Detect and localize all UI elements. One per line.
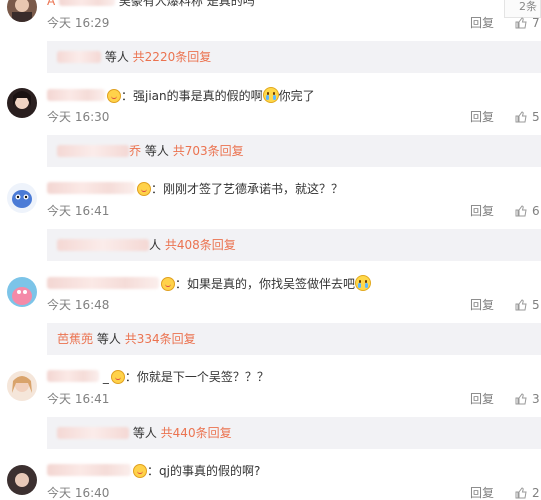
timestamp: 今天 16:29 <box>47 16 110 30</box>
sub-reply-name[interactable]: 芭蕉蔸 <box>57 332 93 346</box>
blurred-name <box>57 239 149 251</box>
member-badge-icon <box>137 182 151 196</box>
sub-reply-suffix: 等人 <box>104 50 129 64</box>
thumbs-up-icon <box>515 393 527 405</box>
sub-reply-total[interactable]: 共440条回复 <box>161 426 232 440</box>
timestamp: 今天 16:30 <box>47 110 110 124</box>
blurred-name <box>47 89 105 101</box>
blurred-name <box>47 277 159 289</box>
like-count: 2 <box>532 486 540 500</box>
like-count: 5 <box>532 298 540 312</box>
like-count: 5 <box>532 110 540 124</box>
crying-face-emoji-icon <box>262 87 279 103</box>
avatar[interactable] <box>7 88 37 118</box>
sub-reply-total[interactable]: 共334条回复 <box>125 332 196 346</box>
crying-face-emoji-icon <box>355 275 372 291</box>
comment-text: 如果是真的，你找吴签做伴去吧 <box>187 277 356 291</box>
thumbs-up-icon <box>515 111 527 123</box>
reply-button[interactable]: 回复 <box>470 486 494 500</box>
sub-replies-bar[interactable]: 乔 等人 共703条回复 <box>47 135 541 167</box>
thumbs-up-icon <box>515 487 527 499</box>
timestamp: 今天 16:48 <box>47 298 110 312</box>
comment-text: qj的事真的假的啊? <box>159 464 261 478</box>
sub-reply-name: 乔 <box>129 144 142 158</box>
comment-line: ：刚刚才签了艺德承诺书，就这？？ <box>47 181 343 197</box>
member-badge-icon <box>107 89 121 103</box>
like-count: 3 <box>532 392 540 406</box>
timestamp: 今天 16:40 <box>47 486 110 500</box>
sub-reply-suffix: 等人 <box>132 426 157 440</box>
comment-line: ：强jian的事是真的假的啊 你完了 <box>47 87 315 104</box>
sub-reply-suffix: 等人 <box>144 144 169 158</box>
commenter-name[interactable]: A <box>47 0 55 8</box>
like-count: 6 <box>532 204 540 218</box>
member-badge-icon <box>110 370 125 384</box>
avatar[interactable] <box>7 277 37 307</box>
avatar[interactable] <box>7 183 37 213</box>
sub-replies-bar[interactable]: 芭蕉蔸 等人 共334条回复 <box>47 323 541 355</box>
comment-text: 你就是下一个吴签？？？ <box>136 370 269 384</box>
timestamp: 今天 16:41 <box>47 204 110 218</box>
blurred-name <box>57 145 129 157</box>
reply-button[interactable]: 回复 <box>470 298 494 312</box>
like-button[interactable]: 7 <box>515 16 540 30</box>
member-badge-icon <box>133 464 147 478</box>
blurred-name <box>47 370 99 382</box>
blurred-name <box>57 427 129 439</box>
thumbs-up-icon <box>515 205 527 217</box>
comment-text-after: 你完了 <box>278 89 315 103</box>
comment-text: 刚刚才签了艺德承诺书，就这？？ <box>163 182 344 196</box>
sub-reply-suffix: 等人 <box>96 332 121 346</box>
like-button[interactable]: 6 <box>515 204 540 218</box>
sub-reply-total[interactable]: 共2220条回复 <box>133 50 212 64</box>
comment-line: ：qj的事真的假的啊? <box>47 463 260 479</box>
sub-reply-name: 人 <box>149 238 162 252</box>
like-button[interactable]: 2 <box>515 486 540 500</box>
reply-button[interactable]: 回复 <box>470 110 494 124</box>
reply-button[interactable]: 回复 <box>470 16 494 30</box>
comment-text: 强jian的事是真的假的啊 <box>133 89 263 103</box>
blurred-name <box>47 464 131 476</box>
blurred-name <box>59 0 116 6</box>
sub-reply-total[interactable]: 共703条回复 <box>173 144 244 158</box>
timestamp: 今天 16:41 <box>47 392 110 406</box>
sub-reply-total[interactable]: 共408条回复 <box>165 238 236 252</box>
avatar[interactable] <box>7 465 37 495</box>
comment-text: 吴豪有人爆料称 是真的吗 <box>118 0 255 8</box>
thumbs-up-icon <box>515 17 527 29</box>
member-badge-icon <box>161 277 175 291</box>
thumbs-up-icon <box>515 299 527 311</box>
blurred-name <box>57 51 101 63</box>
reply-button[interactable]: 回复 <box>470 204 494 218</box>
like-button[interactable]: 5 <box>515 110 540 124</box>
reply-button[interactable]: 回复 <box>470 392 494 406</box>
comment-line: ：如果是真的，你找吴签做伴去吧 <box>47 275 372 292</box>
avatar[interactable] <box>7 0 37 22</box>
like-count: 7 <box>532 16 540 30</box>
like-button[interactable]: 3 <box>515 392 540 406</box>
blurred-name <box>47 182 135 194</box>
avatar[interactable] <box>7 371 37 401</box>
sub-replies-bar[interactable]: 等人 共440条回复 <box>47 417 541 449</box>
comment-line: _ ：你就是下一个吴签？？？ <box>47 369 269 385</box>
like-button[interactable]: 5 <box>515 298 540 312</box>
sub-replies-bar[interactable]: 人 共408条回复 <box>47 229 541 261</box>
sub-replies-bar[interactable]: 等人 共2220条回复 <box>47 41 541 73</box>
comment-line: A 吴豪有人爆料称 是真的吗 <box>47 0 255 9</box>
